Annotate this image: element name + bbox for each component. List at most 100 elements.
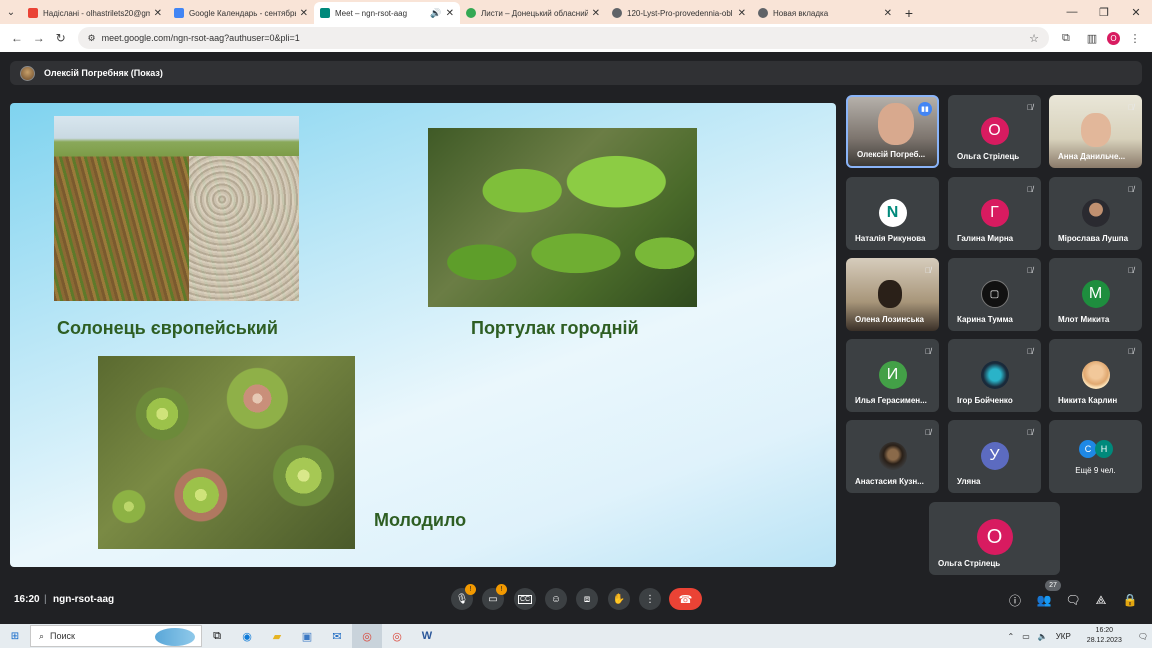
mic-toggle-button[interactable]: 🎙 ! bbox=[451, 584, 476, 610]
avatar: У bbox=[980, 442, 1009, 470]
side-panel-icon[interactable]: ▥ bbox=[1081, 27, 1103, 49]
task-view-icon[interactable]: ⧉ bbox=[202, 624, 232, 648]
avatar: О bbox=[980, 117, 1009, 145]
chevron-up-icon[interactable]: ⌃ bbox=[1007, 632, 1014, 641]
windows-start-icon[interactable]: ⊞ bbox=[0, 624, 30, 648]
close-icon[interactable]: ✕ bbox=[738, 8, 746, 19]
close-icon[interactable]: ✕ bbox=[592, 8, 600, 19]
close-icon[interactable]: ✕ bbox=[884, 8, 892, 19]
word-icon[interactable]: W bbox=[412, 624, 442, 648]
participant-tile[interactable]: 🎙̸ ▢ Карина Тумма bbox=[948, 258, 1041, 331]
taskbar-clock[interactable]: 16:20 28.12.2023 bbox=[1083, 626, 1126, 646]
participant-tile[interactable]: 🎙̸ Мірослава Лушпа bbox=[1049, 177, 1142, 250]
activities-icon[interactable]: ⟁ bbox=[1092, 591, 1110, 609]
avatar: Г bbox=[980, 199, 1009, 227]
camera-icon: ▭ bbox=[488, 593, 498, 605]
chrome-icon[interactable]: ◎ bbox=[382, 624, 412, 648]
mic-off-icon: 🎙̸ bbox=[1128, 185, 1134, 194]
people-icon[interactable]: 👥 bbox=[1035, 591, 1053, 609]
participant-tile[interactable]: 🎙̸ Г Галина Мирна bbox=[948, 177, 1041, 250]
participant-tile[interactable]: 🎙̸ Олена Лозинська bbox=[846, 258, 939, 331]
new-tab-button[interactable]: + bbox=[898, 2, 920, 24]
menu-icon[interactable]: ⋮ bbox=[1124, 27, 1146, 49]
network-icon[interactable]: ▭ bbox=[1022, 632, 1030, 641]
browser-tab-strip: ⌄ Надіслані - olhastrilets20@gm ✕ Google… bbox=[0, 0, 1152, 24]
close-icon[interactable]: ✕ bbox=[300, 8, 308, 19]
participant-tile[interactable]: 🎙̸ И Илья Герасимен... bbox=[846, 339, 939, 412]
participant-tile[interactable]: 🎙̸ М Млот Микита bbox=[1049, 258, 1142, 331]
more-options-button[interactable]: ⋮ bbox=[639, 588, 661, 610]
extensions-icon[interactable]: ⧉ bbox=[1055, 27, 1077, 49]
info-icon[interactable]: ⓘ bbox=[1006, 591, 1024, 609]
minimize-icon[interactable]: — bbox=[1056, 0, 1088, 24]
avatar: ▢ bbox=[980, 280, 1009, 308]
reload-icon[interactable]: ↻ bbox=[50, 27, 72, 49]
edge-icon[interactable]: ◉ bbox=[232, 624, 262, 648]
participant-tile[interactable]: 🎙̸ Анастасия Кузн... bbox=[846, 420, 939, 493]
present-button[interactable]: ⧈ bbox=[576, 588, 598, 610]
close-window-icon[interactable]: ✕ bbox=[1120, 0, 1152, 24]
mic-off-icon: 🎙̸ bbox=[1027, 428, 1033, 437]
browser-tab-5[interactable]: 120-Lyst-Pro-provedennia-obl ✕ bbox=[606, 2, 752, 24]
presenter-bar: Олексій Погребняк (Показ) bbox=[10, 61, 1142, 85]
participant-tile[interactable]: 🎙̸ У Уляна bbox=[948, 420, 1041, 493]
speaker-icon[interactable]: 🔊 bbox=[430, 8, 441, 19]
keyboard-language[interactable]: УКР bbox=[1056, 632, 1071, 641]
participant-name: Млот Микита bbox=[1058, 315, 1110, 324]
volume-icon[interactable]: 🔈 bbox=[1038, 632, 1048, 641]
self-tile[interactable]: О Ольга Стрілець bbox=[929, 502, 1060, 575]
call-end-icon: ☎ bbox=[678, 593, 693, 606]
store-icon[interactable]: ▣ bbox=[292, 624, 322, 648]
captions-button[interactable]: CC bbox=[514, 588, 536, 610]
leave-call-button[interactable]: ☎ bbox=[669, 588, 702, 610]
browser-tab-1[interactable]: Надіслані - olhastrilets20@gm ✕ bbox=[22, 2, 168, 24]
close-icon[interactable]: ✕ bbox=[154, 8, 162, 19]
captions-icon: CC bbox=[517, 594, 533, 604]
participant-name: Никита Карлин bbox=[1058, 396, 1118, 405]
participant-tile[interactable]: 🎙̸ Ігор Бойченко bbox=[948, 339, 1041, 412]
host-controls-icon[interactable]: 🔒 bbox=[1121, 591, 1139, 609]
address-bar[interactable]: ⚙ meet.google.com/ngn-rsot-aag?authuser=… bbox=[77, 27, 1049, 49]
slide-caption: Молодило bbox=[374, 510, 467, 530]
participant-tile[interactable]: 🎙̸ Никита Карлин bbox=[1049, 339, 1142, 412]
globe-icon bbox=[612, 8, 622, 18]
participant-name: Ольга Стрілець bbox=[938, 559, 1001, 568]
participant-tile[interactable]: 🎙̸ О Ольга Стрілець bbox=[948, 95, 1041, 168]
profile-avatar[interactable]: O bbox=[1106, 31, 1120, 45]
clock-date: 28.12.2023 bbox=[1086, 637, 1122, 644]
browser-tab-3[interactable]: Meet – ngn-rsot-aag 🔊 ✕ bbox=[314, 2, 460, 24]
reactions-button[interactable]: ☺ bbox=[545, 588, 567, 610]
file-explorer-icon[interactable]: ▰ bbox=[262, 624, 292, 648]
mic-off-icon: 🎙̸ bbox=[1027, 347, 1033, 356]
browser-tab-2[interactable]: Google Календарь - сентябрь ✕ bbox=[168, 2, 314, 24]
clock-time: 16:20 bbox=[1095, 627, 1114, 634]
bookmark-star-icon[interactable]: ☆ bbox=[1029, 32, 1039, 45]
tab-title: Google Календарь - сентябрь bbox=[189, 8, 296, 18]
browser-toolbar: ← → ↻ ⚙ meet.google.com/ngn-rsot-aag?aut… bbox=[0, 24, 1152, 52]
browser-tab-6[interactable]: Новая вкладка ✕ bbox=[752, 2, 898, 24]
window-controls: — ❐ ✕ bbox=[1056, 0, 1152, 24]
forward-icon[interactable]: → bbox=[28, 27, 50, 49]
participant-tile[interactable]: 🎙̸ Анна Данильче... bbox=[1049, 95, 1142, 168]
raise-hand-button[interactable]: ✋ bbox=[608, 588, 630, 610]
tab-title: Надіслані - olhastrilets20@gm bbox=[43, 8, 150, 18]
chat-icon[interactable]: 🗨 bbox=[1064, 591, 1082, 609]
back-icon[interactable]: ← bbox=[6, 27, 28, 49]
close-icon[interactable]: ✕ bbox=[446, 8, 454, 19]
browser-tab-4[interactable]: Листи – Донецький обласний ✕ bbox=[460, 2, 606, 24]
tab-search-icon[interactable]: ⌄ bbox=[0, 0, 22, 24]
shared-slide: Солонець європейський Портулак городній … bbox=[10, 103, 836, 567]
participant-name: Наталія Рикунова bbox=[855, 234, 926, 243]
participant-tile[interactable]: N Наталія Рикунова bbox=[846, 177, 939, 250]
site-info-icon[interactable]: ⚙ bbox=[88, 33, 96, 44]
participant-name: Илья Герасимен... bbox=[855, 396, 927, 405]
participant-tile[interactable]: ▮▮ Олексій Погреб... bbox=[846, 95, 939, 168]
meeting-code: ngn-rsot-aag bbox=[53, 594, 115, 605]
camera-toggle-button[interactable]: ▭ ! bbox=[482, 584, 507, 610]
taskbar-search[interactable]: ⌕ Поиск bbox=[30, 625, 202, 647]
mail-icon[interactable]: ✉ bbox=[322, 624, 352, 648]
notifications-icon[interactable]: 🗨 bbox=[1138, 632, 1148, 641]
restore-icon[interactable]: ❐ bbox=[1088, 0, 1120, 24]
chrome-icon[interactable]: ◎ bbox=[352, 624, 382, 648]
more-participants-tile[interactable]: С Н Ещё 9 чел. bbox=[1049, 420, 1142, 493]
